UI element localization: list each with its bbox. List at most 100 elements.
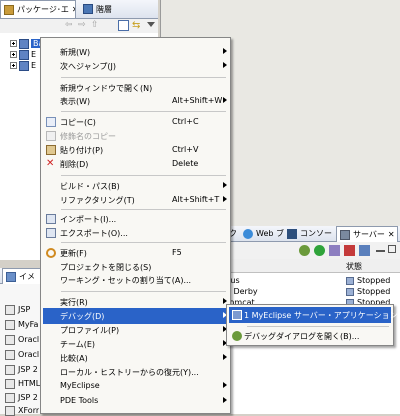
menu-item-label: エクスポート(O)... — [60, 229, 128, 238]
menu-item-label: ビルド・パス(B) — [60, 182, 120, 191]
list-item-label: JSP 2 — [18, 365, 38, 374]
publish-icon[interactable] — [359, 245, 370, 256]
collapse-all-icon[interactable] — [118, 20, 129, 31]
menu-item-debug-server-app[interactable]: 1 MyEclipse サーバー・アプリケーション — [229, 307, 398, 323]
menu-separator — [61, 242, 226, 243]
menu-separator — [61, 111, 226, 112]
menu-item-export[interactable]: エクスポート(O)... — [43, 225, 228, 241]
close-icon[interactable]: ✕ — [388, 230, 395, 239]
menu-item-label: 1 MyEclipse サーバー・アプリケーション — [244, 311, 398, 320]
menu-item-label: ワーキング・セットの割り当て(A)... — [60, 276, 192, 285]
list-item-label: MyFa — [18, 320, 39, 329]
tab-outline-label: イメ — [19, 272, 35, 281]
profile-server-icon[interactable] — [329, 245, 340, 256]
list-item[interactable]: JSP 2 — [5, 364, 38, 375]
menu-item-label: PDE Tools — [60, 396, 99, 405]
server-icon — [340, 229, 350, 240]
menu-item-label: 次へジャンプ(J) — [60, 62, 116, 71]
submenu-arrow-icon — [223, 397, 227, 403]
menu-item-refactor[interactable]: リファクタリング(T) Alt+Shift+T — [43, 192, 228, 208]
server-app-icon — [232, 310, 242, 320]
menu-item-label: デバッグ(D) — [60, 312, 105, 321]
menu-item-delete[interactable]: ✕ 削除(D) Delete — [43, 156, 228, 172]
submenu-arrow-icon — [223, 354, 227, 360]
table-row[interactable]: cus Stopped — [226, 276, 400, 287]
menu-item-accelerator: F5 — [172, 248, 182, 257]
link-editor-icon[interactable]: ⇆ — [132, 20, 143, 31]
tab-servers[interactable]: サーバー ✕ — [336, 226, 398, 242]
tab-console[interactable]: コンソー — [284, 226, 335, 241]
bottom-view-tabbar: ク Web ブ コンソー サーバー ✕ — [226, 226, 400, 242]
menu-item-open-debug-dialog[interactable]: デバッグダイアログを開く(B)... — [229, 328, 391, 344]
list-item[interactable]: Oracl — [5, 349, 39, 360]
menu-item-accelerator: Alt+Shift+T — [172, 195, 220, 204]
stop-server-icon[interactable] — [344, 245, 355, 256]
tab-web-browser[interactable]: Web ブ — [240, 226, 287, 241]
tree-item[interactable]: E — [10, 49, 36, 60]
context-menu: 新規(W) 次へジャンプ(J) 新規ウィンドウで開く(N) 表示(W) Alt+S… — [40, 37, 231, 414]
menu-item-label: 実行(R) — [60, 298, 88, 307]
expand-icon[interactable] — [10, 62, 17, 69]
menu-item-label: 新規(W) — [60, 48, 91, 57]
list-item[interactable]: HTML — [5, 378, 40, 389]
menu-item-label: リファクタリング(T) — [60, 196, 135, 205]
list-item[interactable]: Oracl — [5, 334, 39, 345]
close-icon[interactable]: ✕ — [72, 5, 75, 14]
view-menu-icon[interactable] — [147, 22, 155, 27]
table-header: 状態 — [226, 259, 400, 273]
menu-item-myeclipse[interactable]: MyEclipse — [43, 378, 228, 394]
debug-server-icon[interactable] — [299, 245, 310, 256]
package-view-toolbar: ⇦ ⇨ ⇧ ⇆ — [0, 19, 158, 33]
file-icon — [5, 319, 15, 330]
tree-item[interactable]: E — [10, 60, 36, 71]
outline-icon — [6, 271, 16, 282]
list-item[interactable]: JSP — [5, 304, 30, 315]
debug-submenu: 1 MyEclipse サーバー・アプリケーション デバッグダイアログを開く(B… — [226, 304, 398, 346]
menu-separator — [61, 209, 226, 210]
menu-separator — [61, 175, 226, 176]
file-icon — [5, 304, 15, 315]
menu-item-label: 更新(F) — [60, 249, 87, 258]
menu-item-label: ローカル・ヒストリーからの復元(Y)... — [60, 368, 199, 377]
list-item[interactable]: XForr — [5, 405, 39, 416]
tree-item-label: E — [31, 61, 37, 70]
minimize-icon[interactable] — [376, 250, 385, 252]
file-icon — [5, 378, 15, 389]
file-icon — [5, 334, 15, 345]
copy-qualified-icon — [46, 131, 56, 141]
maximize-icon[interactable] — [388, 245, 396, 253]
menu-item-accelerator: Alt+Shift+W — [172, 96, 223, 105]
file-icon — [5, 349, 15, 360]
expand-icon[interactable] — [10, 40, 17, 47]
menu-item-show-in[interactable]: 表示(W) Alt+Shift+W — [43, 93, 228, 109]
status-column-header[interactable]: 状態 — [346, 261, 362, 272]
back-icon[interactable]: ⇦ — [65, 20, 76, 31]
tab-hierarchy[interactable]: 階層 — [80, 0, 130, 18]
menu-item-assign-working-sets[interactable]: ワーキング・セットの割り当て(A)... — [43, 272, 228, 288]
up-icon[interactable]: ⇧ — [91, 20, 102, 31]
tab-servers-label: サーバー — [353, 230, 385, 239]
menu-item-accelerator: Ctrl+V — [172, 145, 199, 154]
project-icon — [19, 49, 29, 60]
tab-package-explorer[interactable]: パッケージ･エ ✕ — [0, 0, 76, 18]
tab-web-browser-label: Web ブ — [256, 229, 284, 238]
submenu-arrow-icon — [223, 196, 227, 202]
start-server-icon[interactable] — [314, 245, 325, 256]
expand-icon[interactable] — [10, 51, 17, 58]
file-icon — [5, 364, 15, 375]
menu-item-label: 貼り付け(P) — [60, 146, 104, 155]
table-row[interactable]: e Derby Stopped — [226, 287, 400, 298]
list-item[interactable]: MyFa — [5, 319, 38, 330]
list-item[interactable]: JSP 2 — [5, 392, 38, 403]
menu-item-pde-tools[interactable]: PDE Tools — [43, 393, 228, 409]
menu-item-label: 比較(A) — [60, 354, 88, 363]
menu-item-label: 修飾名のコピー — [60, 132, 116, 141]
submenu-arrow-icon — [223, 48, 227, 54]
tab-hierarchy-label: 階層 — [96, 4, 112, 14]
forward-icon[interactable]: ⇨ — [78, 20, 89, 31]
menu-item-label: MyEclipse — [60, 381, 100, 390]
submenu-arrow-icon — [223, 382, 227, 388]
menu-item-go-into[interactable]: 次へジャンプ(J) — [43, 58, 228, 74]
menu-separator — [61, 291, 226, 292]
package-view-tabbar: パッケージ･エ ✕ 階層 — [0, 0, 158, 19]
